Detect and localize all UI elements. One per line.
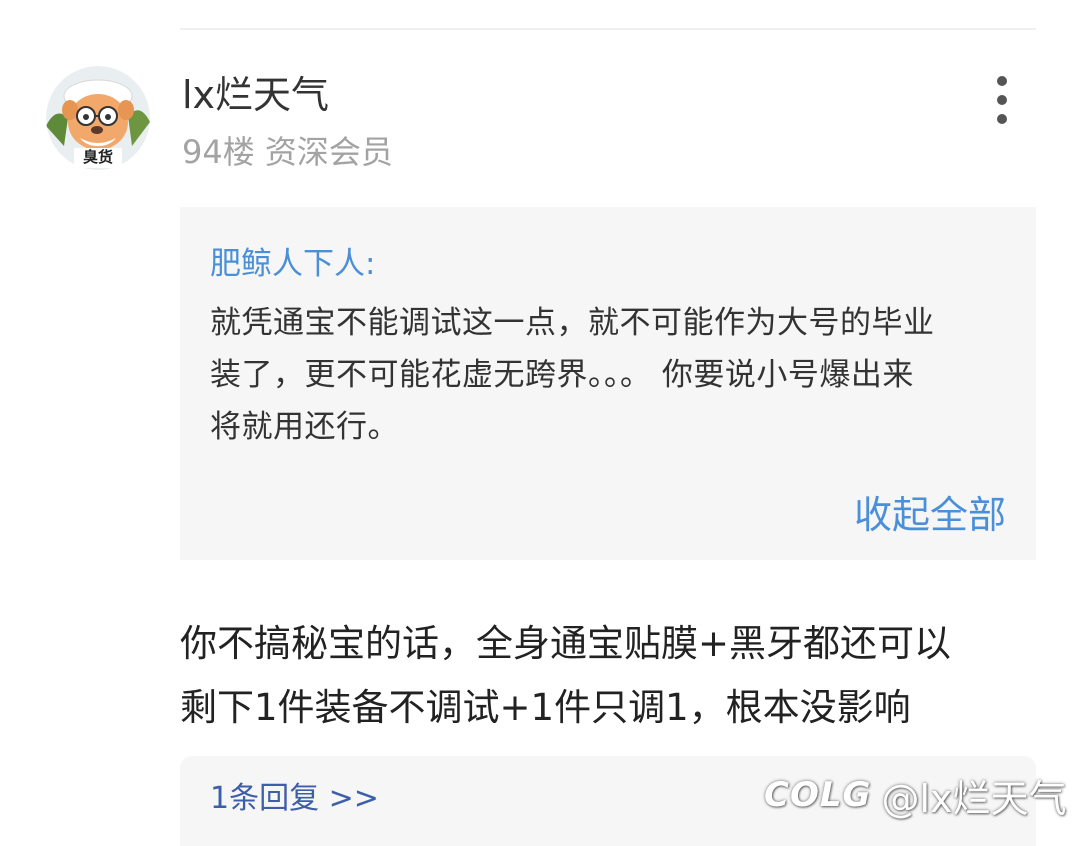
colg-logo: COLG: [764, 775, 872, 815]
view-replies-link[interactable]: 1条回复 >>: [210, 778, 379, 820]
watermark: COLG @lx烂天气: [764, 770, 1067, 821]
username[interactable]: lx烂天气: [182, 70, 329, 120]
quote-block: 肥鲸人下人: 就凭通宝不能调试这一点，就不可能作为大号的毕业 装了，更不可能花虚…: [180, 207, 1036, 560]
post-body-line: 你不搞秘宝的话，全身通宝贴膜+黑牙都还可以: [180, 622, 952, 665]
more-vertical-icon-dot: [997, 114, 1007, 124]
quote-line: 将就用还行。: [210, 409, 399, 445]
more-vertical-icon: [997, 76, 1007, 86]
post-meta: 94楼 资深会员: [182, 133, 393, 171]
post-body-line: 剩下1件装备不调试+1件只调1，根本没影响: [180, 686, 911, 729]
post-body: 你不搞秘宝的话，全身通宝贴膜+黑牙都还可以 剩下1件装备不调试+1件只调1，根本…: [180, 612, 1040, 740]
avatar[interactable]: 臭货: [46, 66, 150, 170]
quote-line: 就凭通宝不能调试这一点，就不可能作为大号的毕业: [210, 305, 935, 341]
avatar-badge: 臭货: [82, 148, 113, 166]
more-vertical-icon-dot: [997, 95, 1007, 105]
collapse-all-link[interactable]: 收起全部: [854, 491, 1006, 539]
watermark-handle: @lx烂天气: [881, 776, 1067, 821]
quote-text: 就凭通宝不能调试这一点，就不可能作为大号的毕业 装了，更不可能花虚无跨界。。。 …: [210, 297, 1020, 453]
top-divider: [180, 28, 1036, 30]
quote-line: 装了，更不可能花虚无跨界。。。 你要说小号爆出来: [210, 357, 914, 393]
quote-author[interactable]: 肥鲸人下人:: [210, 243, 375, 285]
more-menu-button[interactable]: [984, 76, 1020, 124]
